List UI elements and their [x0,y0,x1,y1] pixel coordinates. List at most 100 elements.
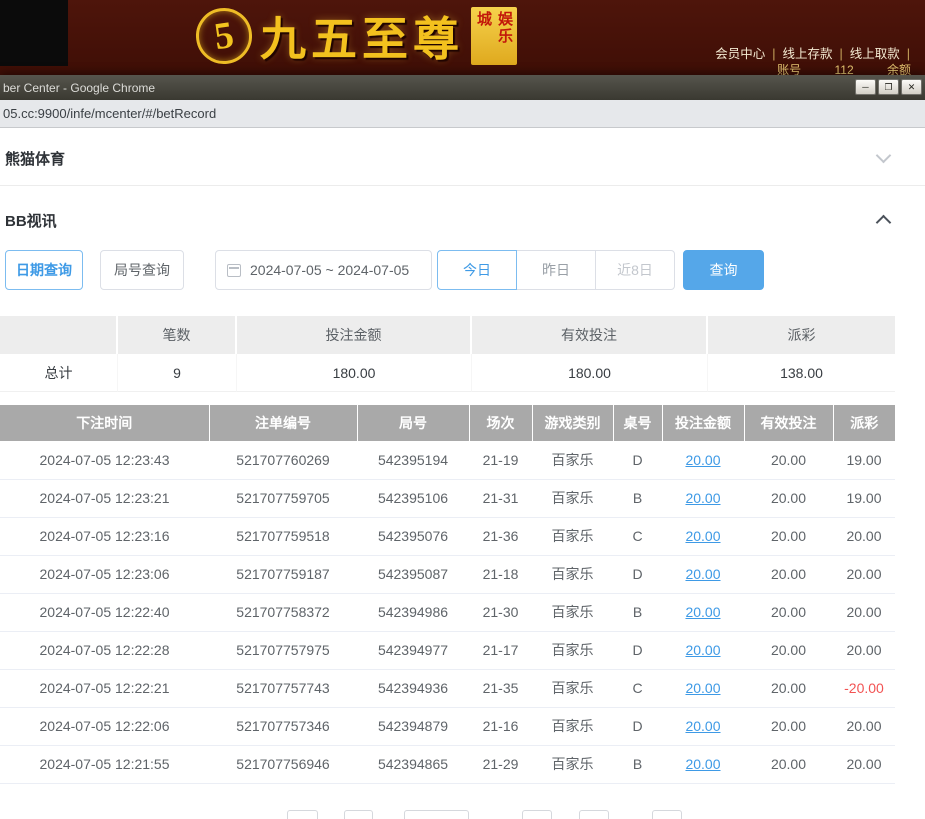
summary-total-count: 9 [118,354,237,392]
nav-online-deposit[interactable]: 线上存款 [782,47,832,61]
summary-table: 笔数 投注金额 有效投注 派彩 总计 9 180.00 180.00 138.0… [0,316,895,392]
summary-header-empty [0,316,118,354]
table-cell: 21-36 [469,517,532,555]
pagination-prev-button[interactable] [287,810,318,819]
summary-header-count: 笔数 [118,316,237,354]
summary-header-valid-bet: 有效投注 [472,316,708,354]
minimize-button[interactable]: ─ [855,79,876,95]
table-cell: 521707757346 [209,707,357,745]
minimize-icon: ─ [862,83,868,92]
summary-header-row: 笔数 投注金额 有效投注 派彩 [0,316,895,354]
date-range-input[interactable]: 2024-07-05 ~ 2024-07-05 [215,250,432,290]
table-cell: 21-31 [469,479,532,517]
table-cell: 百家乐 [532,593,613,631]
bet-amount-link[interactable]: 20.00 [662,669,744,707]
bet-amount-link[interactable]: 20.00 [662,631,744,669]
table-cell: 542394936 [357,669,469,707]
section-bb-title: BB视讯 [5,210,57,231]
table-cell: 百家乐 [532,745,613,783]
pagination-button[interactable] [522,810,552,819]
bet-amount-link[interactable]: 20.00 [662,479,744,517]
nav-separator: | [772,47,775,61]
address-bar[interactable]: 05.cc:9900/infe/mcenter/#/betRecord [0,100,925,128]
summary-total-label: 总计 [0,354,118,392]
table-cell: 21-16 [469,707,532,745]
table-cell: 21-29 [469,745,532,783]
table-cell: 20.00 [833,593,895,631]
pagination-size-select[interactable] [404,810,469,819]
screen: 5 九五至尊 娱乐城 会员中心|线上存款|线上取款| 账号 112 余额 ber… [0,0,925,819]
bet-amount-link[interactable]: 20.00 [662,593,744,631]
table-cell: 20.00 [744,669,833,707]
date-query-button[interactable]: 日期查询 [5,250,83,290]
table-cell: 20.00 [833,555,895,593]
section-panda-title: 熊猫体育 [5,148,65,169]
filter-bar: 日期查询 局号查询 2024-07-05 ~ 2024-07-05 今日 昨日 … [5,250,764,290]
window-controls: ─ ❐ ✕ [855,79,922,95]
column-header: 游戏类别 [532,405,613,441]
search-button[interactable]: 查询 [683,250,764,290]
bet-table-header-row: 下注时间注单编号局号场次游戏类别桌号投注金额有效投注派彩 [0,405,895,441]
table-cell: 20.00 [833,707,895,745]
close-button[interactable]: ✕ [901,79,922,95]
table-cell: 542395076 [357,517,469,555]
date-range-value: 2024-07-05 ~ 2024-07-05 [250,262,409,278]
table-cell: C [613,669,662,707]
bet-amount-link[interactable]: 20.00 [662,745,744,783]
maximize-button[interactable]: ❐ [878,79,899,95]
table-cell: 542395194 [357,441,469,479]
calendar-icon [227,264,241,277]
section-panda-sports[interactable]: 熊猫体育 [0,136,925,180]
bet-amount-link[interactable]: 20.00 [662,555,744,593]
table-row: 2024-07-05 12:22:21521707757743542394936… [0,669,895,707]
table-cell: 百家乐 [532,707,613,745]
last-8-days-button[interactable]: 近8日 [595,250,675,290]
table-cell: 20.00 [744,593,833,631]
nav-member-center[interactable]: 会员中心 [715,47,765,61]
chevron-down-icon[interactable] [876,148,892,164]
column-header: 局号 [357,405,469,441]
table-cell: D [613,555,662,593]
pagination-button[interactable] [579,810,609,819]
column-header: 场次 [469,405,532,441]
round-query-button[interactable]: 局号查询 [100,250,184,290]
table-row: 2024-07-05 12:23:43521707760269542395194… [0,441,895,479]
table-cell: 542394986 [357,593,469,631]
table-cell: 2024-07-05 12:23:16 [0,517,209,555]
table-cell: 百家乐 [532,479,613,517]
summary-header-payout: 派彩 [708,316,895,354]
table-cell: 2024-07-05 12:22:40 [0,593,209,631]
table-cell: 百家乐 [532,555,613,593]
close-icon: ✕ [908,83,916,92]
table-cell: 521707760269 [209,441,357,479]
nav-online-withdraw[interactable]: 线上取款 [850,47,900,61]
summary-header-bet-amount: 投注金额 [237,316,472,354]
table-cell: 2024-07-05 12:22:28 [0,631,209,669]
section-divider [0,185,925,186]
table-cell: 21-17 [469,631,532,669]
window-titlebar[interactable]: ber Center - Google Chrome ─ ❐ ✕ [0,75,925,100]
bet-amount-link[interactable]: 20.00 [662,707,744,745]
pagination [0,810,895,819]
summary-total-bet-amount: 180.00 [237,354,472,392]
table-cell: 20.00 [833,745,895,783]
column-header: 桌号 [613,405,662,441]
bet-amount-link[interactable]: 20.00 [662,517,744,555]
table-cell: 521707759518 [209,517,357,555]
table-cell: 百家乐 [532,631,613,669]
bet-amount-link[interactable]: 20.00 [662,441,744,479]
table-cell: 521707759705 [209,479,357,517]
bet-record-table: 下注时间注单编号局号场次游戏类别桌号投注金额有效投注派彩 2024-07-05 … [0,405,895,784]
chevron-up-icon[interactable] [876,215,892,231]
pagination-page-button[interactable] [344,810,373,819]
window-title: ber Center - Google Chrome [3,81,155,95]
banner-nav: 会员中心|线上存款|线上取款| [715,43,917,62]
section-bb-video[interactable]: BB视讯 [0,198,925,242]
logo-coin-icon: 5 [192,4,255,67]
logo-text: 九五至尊 [260,3,464,69]
table-cell: 20.00 [744,479,833,517]
yesterday-button[interactable]: 昨日 [516,250,596,290]
today-button[interactable]: 今日 [437,250,517,290]
pagination-next-button[interactable] [652,810,682,819]
table-cell: 21-30 [469,593,532,631]
